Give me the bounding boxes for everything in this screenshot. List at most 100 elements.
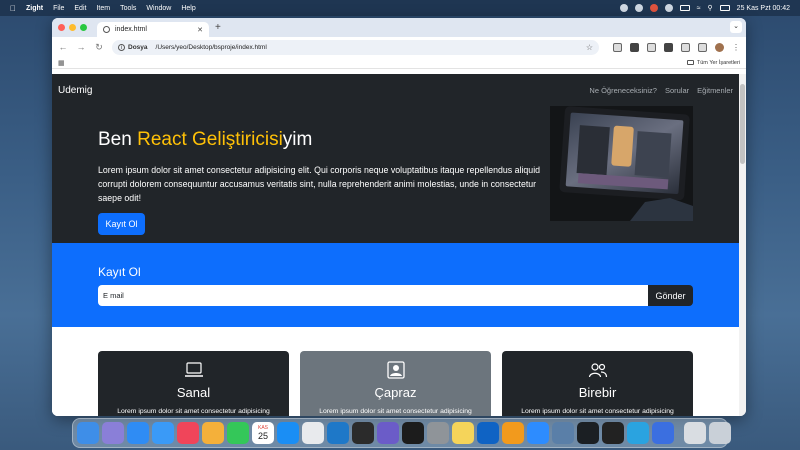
status-tray: ≈ ⚲ 25 Kas Pzt 00:42 [619, 4, 790, 12]
star-app-icon[interactable] [377, 422, 399, 444]
record-icon[interactable] [649, 4, 658, 12]
sidebar-icon[interactable] [698, 42, 707, 52]
nav-link-questions[interactable]: Sorular [665, 86, 689, 95]
hero-title-prefix: Ben [98, 129, 138, 150]
tray-app-icon[interactable] [634, 4, 643, 12]
safari-icon[interactable] [127, 422, 149, 444]
menu-window[interactable]: Window [146, 5, 171, 12]
chrome-icon[interactable] [302, 422, 324, 444]
control-center-icon[interactable] [719, 5, 730, 11]
calendar-icon[interactable]: KAS 25 [252, 422, 274, 444]
card-sanal: Sanal Lorem ipsum dolor sit amet consect… [98, 351, 289, 416]
menu-help[interactable]: Help [181, 5, 195, 12]
quicktime-icon[interactable] [352, 422, 374, 444]
all-bookmarks-label: Tüm Yer İşaretleri [696, 59, 740, 66]
wifi-icon[interactable]: ≈ [697, 5, 701, 12]
system-settings-icon[interactable] [427, 422, 449, 444]
site-navbar: Udemig Ne Öğreneceksiniz? Sorular Eğitme… [52, 74, 739, 106]
menu-file[interactable]: File [53, 5, 64, 12]
person-badge-icon [386, 361, 405, 379]
search-icon[interactable]: ⚲ [708, 4, 713, 12]
hero-title: Ben React Geliştiricisiyim [98, 129, 312, 151]
more-menu-icon[interactable]: ⋮ [732, 43, 740, 52]
apple-menu-icon[interactable]:  [10, 4, 16, 13]
browser-tab[interactable]: index.html ✕ [97, 22, 209, 37]
extension-icon[interactable] [630, 42, 639, 52]
macos-menubar:  Zight File Edit Item Tools Window Help… [0, 0, 800, 16]
app-icon[interactable] [652, 422, 674, 444]
menubar-app-name[interactable]: Zight [26, 5, 43, 12]
outlook-icon[interactable] [477, 422, 499, 444]
signup-button[interactable]: Kayıt Ol [98, 213, 145, 235]
launchpad-icon[interactable] [102, 422, 124, 444]
email-field[interactable]: E mail [98, 285, 648, 306]
card-birebir: Birebir Lorem ipsum dolor sit amet conse… [502, 351, 693, 416]
url-text[interactable]: /Users/yeo/Desktop/bsproje/index.html [156, 44, 267, 51]
forward-button[interactable]: → [76, 42, 86, 52]
tray-app-icon[interactable] [619, 4, 628, 12]
card-title: Çapraz [374, 385, 417, 400]
browser-toolbar: ← → ↻ i Dosya /Users/yeo/Desktop/bsproje… [52, 37, 746, 57]
bookmark-star-icon[interactable]: ☆ [586, 43, 593, 52]
close-tab-icon[interactable]: ✕ [197, 26, 203, 34]
pen-icon[interactable] [647, 42, 656, 52]
zoom-window-button[interactable] [80, 24, 87, 31]
telegram-icon[interactable] [627, 422, 649, 444]
calculator-icon[interactable] [684, 422, 706, 444]
app-store-icon[interactable] [277, 422, 299, 444]
site-brand[interactable]: Udemig [58, 85, 92, 96]
apps-grid-icon[interactable]: ▦ [58, 59, 65, 67]
nav-links: Ne Öğreneceksiniz? Sorular Eğitmenler [589, 86, 733, 95]
cast-icon[interactable] [613, 42, 622, 52]
battery-icon[interactable] [679, 5, 690, 11]
trash-icon[interactable] [709, 422, 731, 444]
info-icon[interactable]: i [118, 43, 125, 51]
url-scheme-chip[interactable]: Dosya [128, 44, 148, 51]
music-icon[interactable] [177, 422, 199, 444]
minimize-window-button[interactable] [69, 24, 76, 31]
reload-button[interactable]: ↻ [94, 42, 104, 53]
calendar-day: 25 [257, 431, 268, 441]
tab-strip: index.html ✕ + ⌄ [52, 18, 746, 37]
scrollbar-thumb[interactable] [740, 84, 745, 164]
signup-section: Kayıt Ol E mail Gönder [52, 243, 739, 327]
browser-window: index.html ✕ + ⌄ ← → ↻ i Dosya /Users/ye… [52, 18, 746, 416]
photos-icon[interactable] [202, 422, 224, 444]
close-window-button[interactable] [58, 24, 65, 31]
menu-tools[interactable]: Tools [120, 5, 136, 12]
finder-icon[interactable] [77, 422, 99, 444]
all-bookmarks[interactable]: Tüm Yer İşaretleri [686, 59, 740, 66]
facetime-icon[interactable] [227, 422, 249, 444]
puzzle-icon[interactable] [681, 42, 690, 52]
notes-icon[interactable] [452, 422, 474, 444]
folder-icon [686, 60, 694, 65]
hero-text: Lorem ipsum dolor sit amet consectetur a… [98, 165, 541, 203]
extension-icon[interactable] [664, 42, 673, 52]
zoom-icon[interactable] [527, 422, 549, 444]
send-button[interactable]: Gönder [648, 285, 693, 306]
back-button[interactable]: ← [58, 42, 68, 52]
profile-avatar[interactable] [715, 42, 724, 52]
nav-link-instructors[interactable]: Eğitmenler [697, 86, 733, 95]
menubar-clock[interactable]: 25 Kas Pzt 00:42 [737, 5, 790, 12]
menu-item[interactable]: Item [96, 5, 110, 12]
preview-icon[interactable] [552, 422, 574, 444]
figma-icon[interactable] [402, 422, 424, 444]
nav-link-learn[interactable]: Ne Öğreneceksiniz? [589, 86, 657, 95]
hero-title-accent: React Geliştiricisi [137, 129, 283, 150]
card-text: Lorem ipsum dolor sit amet consectetur a… [521, 408, 674, 415]
terminal-icon[interactable] [602, 422, 624, 444]
vscode-icon[interactable] [327, 422, 349, 444]
menu-edit[interactable]: Edit [74, 5, 86, 12]
new-tab-button[interactable]: + [215, 22, 221, 33]
mail-icon[interactable] [152, 422, 174, 444]
tab-search-button[interactable]: ⌄ [730, 21, 742, 33]
github-icon[interactable] [577, 422, 599, 444]
page-scrollbar[interactable] [739, 74, 746, 416]
card-title: Birebir [578, 385, 617, 400]
card-text: Lorem ipsum dolor sit amet consectetur a… [319, 408, 472, 415]
tray-app-icon[interactable] [664, 4, 673, 12]
hero-image [550, 106, 693, 221]
sublime-icon[interactable] [502, 422, 524, 444]
address-bar[interactable]: i Dosya /Users/yeo/Desktop/bsproje/index… [112, 39, 599, 55]
